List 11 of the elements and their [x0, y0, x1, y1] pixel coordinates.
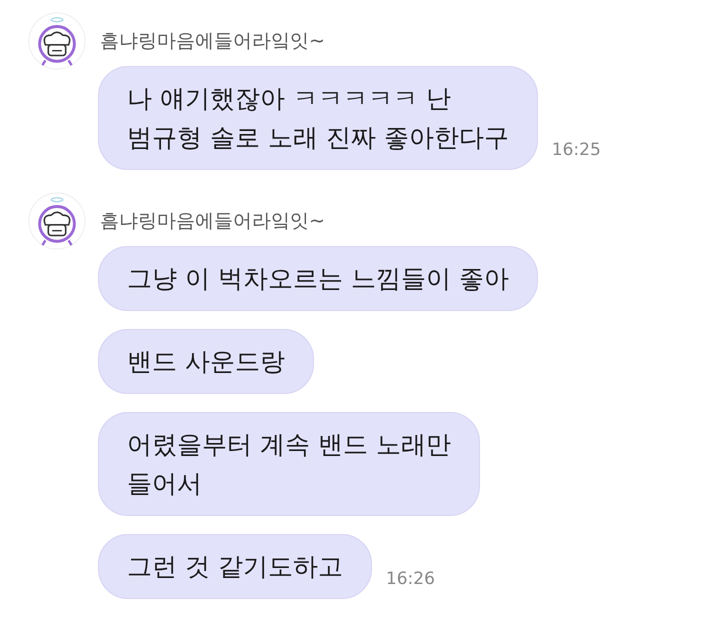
- sender-name: 흠냐링마음에들어라잌잇~: [100, 209, 326, 234]
- message-bubble: 그런 것 같기도하고: [98, 534, 372, 599]
- sender-name: 흠냐링마음에들어라잌잇~: [100, 29, 326, 54]
- message-bubble: 어렸을부터 계속 밴드 노래만 들어서: [98, 412, 480, 516]
- message-bubble: 그냥 이 벅차오르는 느낌들이 좋아: [98, 246, 538, 311]
- message-time: 16:25: [552, 140, 601, 160]
- message-time: 16:26: [386, 569, 435, 589]
- message-bubble: 밴드 사운드랑: [98, 329, 314, 394]
- avatar-icon: [28, 192, 86, 250]
- message-bubble: 나 얘기했잖아 ㅋㅋㅋㅋㅋ 난 범규형 솔로 노래 진짜 좋아한다구: [98, 66, 538, 170]
- avatar-icon: [28, 12, 86, 70]
